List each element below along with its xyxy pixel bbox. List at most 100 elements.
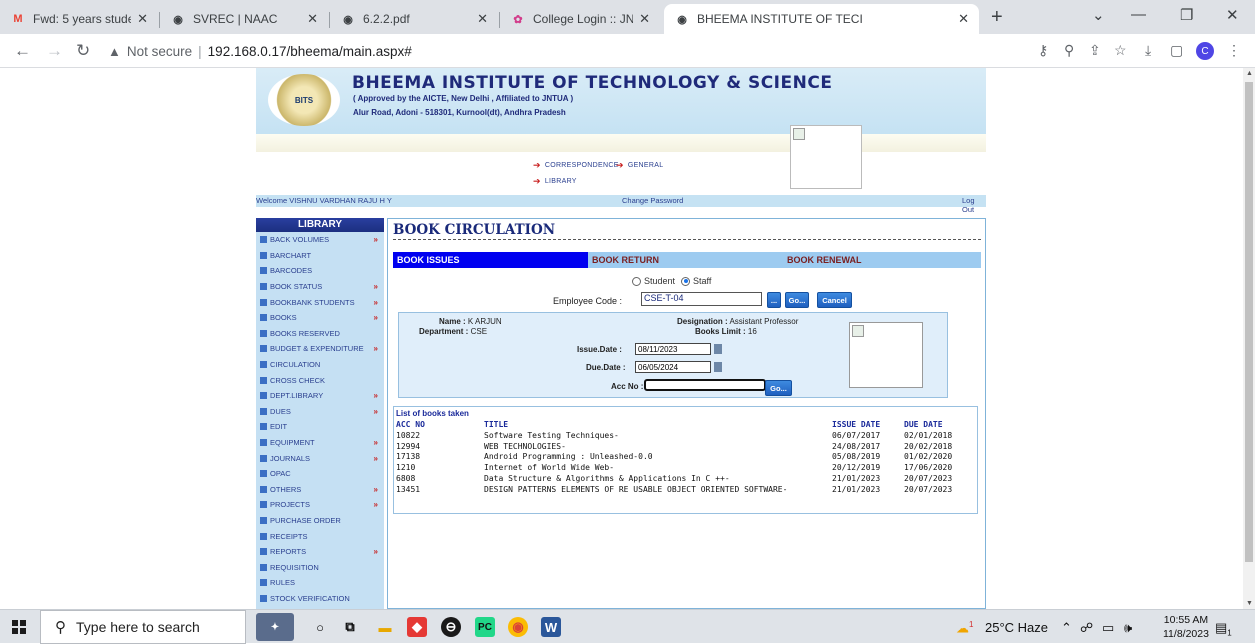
issue-date-input[interactable]: 08/11/2023 xyxy=(635,343,711,355)
sidebar-item-rules[interactable]: RULES xyxy=(256,575,384,591)
page-scrollbar[interactable]: ▲ ▼ xyxy=(1243,68,1255,609)
go-button[interactable]: Go... xyxy=(785,292,809,308)
acc-go-button[interactable]: Go... xyxy=(765,380,792,396)
employee-code-input[interactable]: CSE-T-04 xyxy=(641,292,762,306)
tray-overflow-icon[interactable]: ⌃ xyxy=(1061,620,1072,636)
nav-library[interactable]: ➔ LIBRARY xyxy=(533,176,577,187)
close-icon[interactable]: ✕ xyxy=(137,11,148,27)
app-icon[interactable]: ⊖ xyxy=(441,617,461,637)
sidebar-item-dues[interactable]: DUES » xyxy=(256,404,384,420)
taskbar-clock[interactable]: 10:55 AM 11/8/2023 xyxy=(1163,613,1209,641)
scroll-down-icon[interactable]: ▼ xyxy=(1246,600,1253,607)
close-icon[interactable]: ✕ xyxy=(477,11,488,27)
sidebar-item-projects[interactable]: PROJECTS » xyxy=(256,497,384,513)
download-icon[interactable]: ⤓ xyxy=(1145,42,1151,59)
profile-avatar[interactable]: C xyxy=(1196,42,1214,60)
sidebar-item-journals[interactable]: JOURNALS » xyxy=(256,450,384,466)
tab-book-return[interactable]: BOOK RETURN xyxy=(588,252,783,268)
sidebar-item-dept-library[interactable]: DEPT.LIBRARY » xyxy=(256,388,384,404)
calendar-icon[interactable] xyxy=(714,362,722,372)
tab-college-login[interactable]: ✿ College Login :: JNTUAEMS ✕ xyxy=(500,4,660,34)
close-icon[interactable]: ✕ xyxy=(958,11,969,27)
sidebar-item-budget-expenditure[interactable]: BUDGET & EXPENDITURE » xyxy=(256,341,384,357)
menu-icon[interactable]: ⋮ xyxy=(1227,42,1241,59)
bookmark-star-icon[interactable]: ☆ xyxy=(1114,42,1127,59)
word-icon[interactable]: W xyxy=(541,617,561,637)
col-issue-date: ISSUE DATE xyxy=(832,420,881,429)
scrollbar-thumb[interactable] xyxy=(1245,82,1253,562)
acc-no-input[interactable] xyxy=(644,379,766,391)
sidebar-item-label: BUDGET & EXPENDITURE xyxy=(270,344,364,354)
submenu-arrow-icon: » xyxy=(373,391,378,401)
chrome-icon[interactable]: ◉ xyxy=(508,617,528,637)
sidebar-item-stock-verification[interactable]: STOCK VERIFICATION xyxy=(256,591,384,607)
sidebar-item-reports[interactable]: REPORTS » xyxy=(256,544,384,560)
cancel-button[interactable]: Cancel xyxy=(817,292,852,308)
sidebar-item-requisition[interactable]: REQUISITION xyxy=(256,559,384,575)
sidebar-item-receipts[interactable]: RECEIPTS xyxy=(256,528,384,544)
bullet-icon xyxy=(260,314,267,322)
sidebar-item-back-volumes[interactable]: BACK VOLUMES » xyxy=(256,232,384,248)
forward-icon[interactable]: → xyxy=(46,41,63,61)
weather-text[interactable]: 25°C Haze xyxy=(985,620,1048,635)
share-icon[interactable]: ⇪ xyxy=(1089,42,1101,59)
sidebar-item-barchart[interactable]: BARCHART xyxy=(256,248,384,264)
task-view-icon[interactable]: ⧉ xyxy=(340,617,360,637)
lookup-button[interactable]: ... xyxy=(767,292,781,308)
tab-book-renewal[interactable]: BOOK RENEWAL xyxy=(783,252,981,268)
designation-field: Designation : Assistant Professor xyxy=(677,317,799,326)
sidebar-item-purchase-order[interactable]: PURCHASE ORDER xyxy=(256,513,384,529)
sidebar-item-circulation[interactable]: CIRCULATION xyxy=(256,357,384,373)
restore-icon[interactable]: ❐ xyxy=(1180,6,1193,24)
tab-pdf[interactable]: ◉ 6.2.2.pdf ✕ xyxy=(330,4,498,34)
change-password-link[interactable]: Change Password xyxy=(622,196,683,205)
cortana-icon[interactable]: ○ xyxy=(310,617,330,637)
onedrive-icon[interactable]: ☍ xyxy=(1080,620,1093,636)
tab-bheema[interactable]: ◉ BHEEMA INSTITUTE OF TECI ✕ xyxy=(664,4,979,34)
windows-start-icon[interactable] xyxy=(12,620,26,634)
close-icon[interactable]: ✕ xyxy=(307,11,318,27)
notification-icon[interactable]: ▤1 xyxy=(1215,620,1232,638)
scroll-up-icon[interactable]: ▲ xyxy=(1246,70,1253,77)
staff-radio[interactable] xyxy=(681,276,691,286)
new-tab-icon[interactable]: + xyxy=(991,6,1003,29)
sidebar-item-equipment[interactable]: EQUIPMENT » xyxy=(256,435,384,451)
file-explorer-icon[interactable]: ▬ xyxy=(375,617,395,637)
url-field[interactable]: ▲ Not secure | 192.168.0.17/bheema/main.… xyxy=(108,40,412,62)
sidebar-item-books[interactable]: BOOKS » xyxy=(256,310,384,326)
app-thumbnail-icon[interactable]: ✦ xyxy=(256,613,294,641)
college-icon: ✿ xyxy=(513,13,523,26)
anydesk-icon[interactable]: ◆ xyxy=(407,617,427,637)
tab-search-icon[interactable]: ⌄ xyxy=(1092,6,1105,24)
sidebar-item-barcodes[interactable]: BARCODES xyxy=(256,263,384,279)
sidebar-item-book-status[interactable]: BOOK STATUS » xyxy=(256,279,384,295)
zoom-icon[interactable]: ⚲ xyxy=(1064,42,1074,59)
sidebar-item-edit[interactable]: EDIT xyxy=(256,419,384,435)
due-date-input[interactable]: 06/05/2024 xyxy=(635,361,711,373)
volume-icon[interactable]: 🕪 xyxy=(1124,620,1132,636)
sidebar-item-cross-check[interactable]: CROSS CHECK xyxy=(256,372,384,388)
close-icon[interactable]: ✕ xyxy=(639,11,650,27)
window-close-icon[interactable]: ✕ xyxy=(1226,6,1239,24)
calendar-icon[interactable] xyxy=(714,344,722,354)
back-icon[interactable]: ← xyxy=(14,41,31,61)
pycharm-icon[interactable]: PC xyxy=(475,617,495,637)
minimize-icon[interactable]: — xyxy=(1131,6,1146,23)
weather-icon[interactable]: ☁1 xyxy=(956,620,973,636)
sidebar-item-others[interactable]: OTHERS » xyxy=(256,482,384,498)
tab-gmail[interactable]: M Fwd: 5 years students data - ✕ xyxy=(0,4,158,34)
network-icon[interactable]: ▭ xyxy=(1102,620,1114,636)
sidebar-item-opac[interactable]: OPAC xyxy=(256,466,384,482)
tab-book-issues[interactable]: BOOK ISSUES xyxy=(393,252,588,268)
tab-svrec-naac[interactable]: ◉ SVREC | NAAC ✕ xyxy=(160,4,328,34)
student-radio[interactable] xyxy=(632,276,641,286)
sidebar-item-books-reserved[interactable]: BOOKS RESERVED xyxy=(256,326,384,342)
sidebar-item-bookbank-students[interactable]: BOOKBANK STUDENTS » xyxy=(256,294,384,310)
side-panel-icon[interactable]: ▢ xyxy=(1170,42,1183,59)
taskbar-search[interactable]: ⚲ Type here to search xyxy=(40,610,246,644)
key-icon[interactable]: ⚷ xyxy=(1038,42,1048,59)
nav-general[interactable]: ➔ GENERAL xyxy=(616,160,663,171)
nav-correspondence[interactable]: ➔ CORRESPONDENCE xyxy=(533,160,619,171)
reload-icon[interactable]: ↻ xyxy=(76,41,90,61)
logout-link[interactable]: Log Out xyxy=(962,196,986,214)
